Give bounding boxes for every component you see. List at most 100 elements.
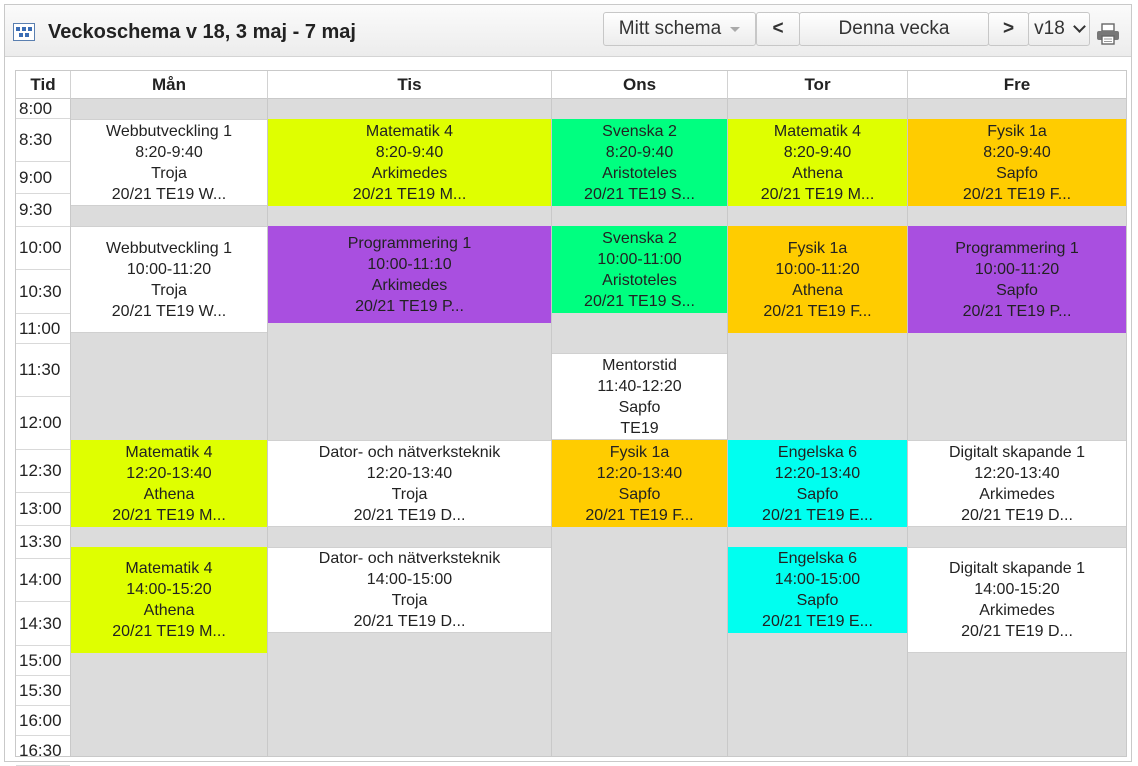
column-header-fri: Fre	[908, 71, 1126, 99]
week-grid: Tid Mån Tis Ons Tor Fre 8:00 8:30 9:00 9:30…	[15, 70, 1127, 766]
lesson-course: Digitalt skapande 1	[948, 560, 1086, 577]
lesson-room: Troja	[391, 592, 428, 609]
day-column-mon: Webbutveckling 1 8:20-9:40 Troja 20/21 TE19…	[71, 99, 268, 756]
lesson-block[interactable]: Dator- och nätverksteknik 14:00-15:00 Troj…	[268, 547, 551, 633]
lesson-block[interactable]: Matematik 4 8:20-9:40 Arkimedes 20/21 TE19 …	[268, 119, 551, 206]
lesson-course: Matematik 4	[125, 443, 213, 461]
next-week-button[interactable]: >	[988, 12, 1029, 46]
lesson-course: Digitalt skapande 1	[948, 443, 1086, 461]
lesson-block[interactable]: Svenska 2 10:00-11:00 Aristoteles 20/21 TE1…	[552, 226, 727, 313]
lesson-time: 8:20-9:40	[983, 143, 1051, 161]
lesson-time: 12:20-13:40	[366, 464, 453, 482]
prev-week-button[interactable]: <	[756, 12, 800, 46]
lesson-group: 20/21 TE19 D...	[961, 623, 1073, 640]
caret-down-icon	[730, 26, 741, 32]
lesson-group: 20/21 TE19 M...	[112, 623, 226, 640]
lesson-time: 14:00-15:20	[974, 581, 1060, 598]
schedule-header: Veckoschema v 18, 3 maj - 7 maj Mitt sch…	[5, 5, 1131, 57]
lesson-group: 20/21 TE19 D...	[961, 506, 1073, 524]
time-label: 12:30	[16, 450, 70, 493]
time-label: 10:30	[16, 270, 70, 314]
column-header-time: Tid	[16, 71, 71, 99]
lesson-time: 12:20-13:40	[774, 464, 861, 482]
time-label: 12:00	[16, 397, 70, 450]
day-column-thu: Matematik 4 8:20-9:40 Athena 20/21 TE19 M..…	[728, 99, 908, 756]
lesson-block[interactable]: Matematik 4 12:20-13:40 Athena 20/21 TE19 M…	[71, 440, 267, 527]
lesson-course: Webbutveckling 1	[106, 122, 232, 140]
lesson-time: 14:00-15:00	[774, 571, 861, 588]
time-label: 8:30	[16, 119, 70, 162]
lesson-time: 10:00-11:20	[775, 260, 860, 278]
lesson-course: Matematik 4	[773, 122, 862, 140]
lesson-block[interactable]: Webbutveckling 1 10:00-11:20 Troja 20/21 TE…	[71, 226, 267, 333]
lesson-course: Engelska 6	[777, 550, 858, 567]
lesson-room: Sapfo	[618, 485, 661, 503]
time-label: 9:00	[16, 162, 70, 194]
lesson-room: Sapfo	[996, 164, 1038, 182]
lesson-room: Aristoteles	[602, 164, 677, 182]
lesson-course: Svenska 2	[602, 122, 677, 140]
lesson-course: Fysik 1a	[609, 443, 670, 461]
lesson-group: 20/21 TE19 W...	[111, 185, 227, 203]
print-icon[interactable]	[1096, 23, 1120, 45]
lesson-group: 20/21 TE19 F...	[763, 302, 872, 320]
lesson-block[interactable]: Fysik 1a 8:20-9:40 Sapfo 20/21 TE19 F...	[908, 119, 1126, 206]
lesson-course: Fysik 1a	[787, 239, 848, 257]
lesson-block[interactable]: Digitalt skapande 1 12:20-13:40 Arkimedes 2…	[908, 440, 1126, 527]
lesson-block[interactable]: Fysik 1a 10:00-11:20 Athena 20/21 TE19 F...	[728, 226, 907, 333]
lesson-room: Athena	[143, 485, 195, 503]
lesson-group: 20/21 TE19 P...	[355, 297, 464, 315]
lesson-group: 20/21 TE19 D...	[353, 613, 466, 630]
lesson-room: Troja	[151, 281, 187, 299]
lesson-room: Arkimedes	[979, 602, 1055, 619]
week-select[interactable]: v18	[1028, 12, 1090, 46]
lesson-block[interactable]: Digitalt skapande 1 14:00-15:20 Arkimedes 2…	[908, 547, 1126, 653]
lesson-room: Athena	[143, 602, 195, 619]
this-week-button[interactable]: Denna vecka	[799, 12, 989, 46]
lesson-room: Troja	[391, 485, 428, 503]
lesson-block[interactable]: Engelska 6 12:20-13:40 Sapfo 20/21 TE19 E..…	[728, 440, 907, 527]
lesson-block[interactable]: Matematik 4 14:00-15:20 Athena 20/21 TE19 M…	[71, 547, 267, 653]
lesson-course: Programmering 1	[955, 239, 1079, 257]
lesson-block[interactable]: Matematik 4 8:20-9:40 Athena 20/21 TE19 M..…	[728, 119, 907, 206]
lesson-block[interactable]: Programmering 1 10:00-11:10 Arkimedes 20/21…	[268, 226, 551, 323]
lesson-time: 11:40-12:20	[597, 377, 682, 395]
column-header-tue: Tis	[268, 71, 552, 99]
lesson-time: 8:20-9:40	[375, 143, 444, 161]
lesson-block[interactable]: Programmering 1 10:00-11:20 Sapfo 20/21 TE1…	[908, 226, 1126, 333]
lesson-room: Arkimedes	[371, 164, 448, 182]
lesson-course: Svenska 2	[602, 229, 677, 247]
lesson-block[interactable]: Mentorstid 11:40-12:20 Sapfo TE19	[552, 353, 727, 440]
lesson-time: 12:20-13:40	[126, 464, 212, 482]
lesson-room: Arkimedes	[979, 485, 1055, 503]
lesson-block[interactable]: Dator- och nätverksteknik 12:20-13:40 Troj…	[268, 440, 551, 527]
time-column: 8:00 8:30 9:00 9:30 10:00 10:30 11:00 11:30 12:0…	[16, 99, 71, 766]
lesson-group: 20/21 TE19 W...	[111, 302, 227, 320]
lesson-room: Athena	[792, 164, 843, 182]
lesson-time: 10:00-11:20	[974, 260, 1060, 278]
lesson-group: 20/21 TE19 M...	[352, 185, 467, 203]
column-header-mon: Mån	[71, 71, 268, 99]
lesson-time: 8:20-9:40	[605, 143, 674, 161]
lesson-block[interactable]: Engelska 6 14:00-15:00 Sapfo 20/21 TE19 E..…	[728, 547, 907, 633]
time-label: 16:30	[16, 736, 70, 766]
time-label: 16:00	[16, 706, 70, 736]
lesson-course: Mentorstid	[602, 356, 677, 374]
lesson-group: 20/21 TE19 M...	[112, 506, 226, 524]
lesson-block[interactable]: Webbutveckling 1 8:20-9:40 Troja 20/21 TE19…	[71, 119, 267, 206]
lesson-time: 14:00-15:20	[126, 581, 212, 598]
week-select-label: v18	[1034, 18, 1065, 39]
time-label: 9:30	[16, 194, 70, 227]
lesson-group: 20/21 TE19 S...	[584, 292, 695, 310]
time-label: 15:30	[16, 676, 70, 706]
lesson-course: Programmering 1	[347, 234, 472, 252]
lesson-block[interactable]: Svenska 2 8:20-9:40 Aristoteles 20/21 TE19 …	[552, 119, 727, 206]
column-header-wed: Ons	[552, 71, 728, 99]
lesson-room: Troja	[151, 164, 187, 182]
schedule-select[interactable]: Mitt schema	[603, 12, 756, 46]
lesson-time: 10:00-11:20	[126, 260, 212, 278]
time-label: 13:00	[16, 493, 70, 526]
calendar-icon	[13, 23, 35, 41]
lesson-time: 10:00-11:10	[367, 255, 452, 273]
lesson-block[interactable]: Fysik 1a 12:20-13:40 Sapfo 20/21 TE19 F...	[552, 440, 727, 527]
